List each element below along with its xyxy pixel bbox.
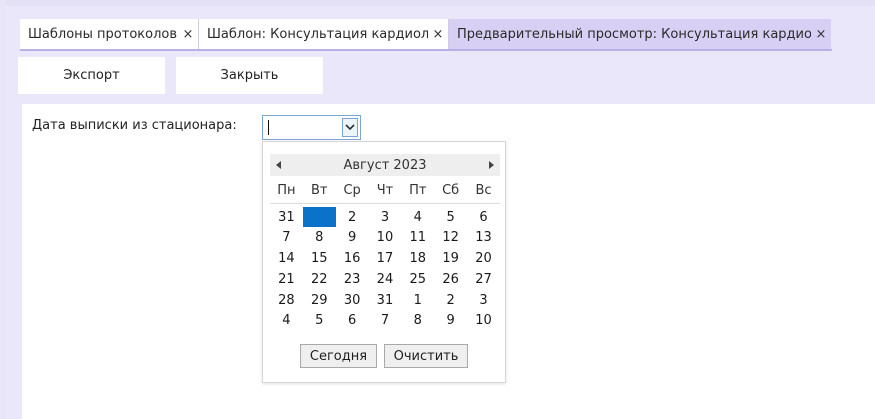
calendar-day[interactable]: 4 — [270, 311, 303, 331]
calendar-day[interactable]: 29 — [303, 290, 336, 310]
tab-underline — [20, 49, 832, 51]
calendar-day[interactable]: 6 — [467, 207, 500, 227]
window-top-strip — [0, 0, 875, 6]
weekday-label: Чт — [376, 183, 394, 198]
export-button[interactable]: Экспорт — [18, 57, 165, 94]
calendar-day[interactable]: 5 — [434, 207, 467, 227]
calendar-day[interactable]: 4 — [401, 207, 434, 227]
calendar-day[interactable]: 30 — [336, 290, 369, 310]
close-icon[interactable]: × — [178, 27, 198, 42]
calendar-day[interactable]: 16 — [336, 249, 369, 269]
today-button[interactable]: Сегодня — [300, 344, 377, 368]
text-cursor — [268, 120, 269, 135]
next-month-button[interactable] — [486, 158, 496, 172]
calendar-week-row: 4 5 6 7 8 9 10 — [270, 311, 500, 332]
close-button[interactable]: Закрыть — [176, 57, 323, 94]
tab-preview-cardiology[interactable]: Предварительный просмотр: Консультация к… — [449, 19, 831, 50]
calendar-day[interactable]: 9 — [336, 228, 369, 248]
calendar-day[interactable]: 5 — [303, 311, 336, 331]
prev-month-button[interactable] — [274, 158, 284, 172]
calendar-week-row: 28 29 30 31 1 2 3 — [270, 290, 500, 311]
calendar-day[interactable]: 6 — [336, 311, 369, 331]
calendar-day[interactable]: 25 — [401, 269, 434, 289]
tab-protocol-templates[interactable]: Шаблоны протоколов × — [20, 19, 199, 50]
calendar-day[interactable]: 2 — [336, 207, 369, 227]
calendar-day[interactable]: 27 — [467, 269, 500, 289]
calendar-day[interactable]: 7 — [270, 228, 303, 248]
calendar-day[interactable]: 14 — [270, 249, 303, 269]
calendar-grid: 31 1 2 3 4 5 6 7 8 9 10 11 12 13 14 15 16 17 18 19 20 21 22 23 2… — [270, 207, 500, 332]
calendar-day[interactable]: 13 — [467, 228, 500, 248]
chevron-left-icon — [276, 161, 281, 169]
calendar-week-row: 7 8 9 10 11 12 13 — [270, 228, 500, 249]
calendar-header: Август 2023 — [270, 154, 500, 176]
calendar-day[interactable]: 8 — [303, 228, 336, 248]
calendar-day[interactable]: 8 — [401, 311, 434, 331]
calendar-day-selected[interactable]: 1 — [302, 207, 336, 227]
calendar-day[interactable]: 28 — [270, 290, 303, 310]
weekday-header: Пн Вт Ср Чт Пт Сб Вс — [270, 183, 500, 201]
calendar-day[interactable]: 24 — [369, 269, 402, 289]
calendar-day[interactable]: 21 — [270, 269, 303, 289]
weekday-label: Ср — [343, 183, 361, 198]
close-icon[interactable]: × — [811, 27, 831, 42]
calendar-day[interactable]: 3 — [467, 290, 500, 310]
calendar-day[interactable]: 10 — [467, 311, 500, 331]
dropdown-button[interactable] — [342, 118, 358, 137]
calendar-day[interactable]: 10 — [369, 228, 402, 248]
calendar-day[interactable]: 18 — [401, 249, 434, 269]
weekday-label: Сб — [442, 183, 460, 198]
calendar-popup: Август 2023 Пн Вт Ср Чт Пт Сб Вс 31 1 2 3 4 5… — [262, 141, 506, 383]
tab-label: Шаблон: Консультация кардиол... — [207, 27, 428, 42]
calendar-week-row: 21 22 23 24 25 26 27 — [270, 269, 500, 290]
calendar-day[interactable]: 31 — [270, 207, 303, 227]
calendar-day[interactable]: 26 — [434, 269, 467, 289]
weekday-label: Вс — [475, 183, 492, 198]
calendar-week-row: 31 1 2 3 4 5 6 — [270, 207, 500, 228]
month-label[interactable]: Август 2023 — [343, 158, 426, 173]
calendar-week-row: 14 15 16 17 18 19 20 — [270, 249, 500, 270]
tab-bar: Шаблоны протоколов × Шаблон: Консультаци… — [20, 19, 831, 50]
weekday-label: Пт — [409, 183, 427, 198]
chevron-right-icon — [488, 161, 494, 169]
calendar-day[interactable]: 17 — [369, 249, 402, 269]
calendar-day[interactable]: 2 — [434, 290, 467, 310]
calendar-day[interactable]: 12 — [434, 228, 467, 248]
calendar-day[interactable]: 20 — [467, 249, 500, 269]
window-left-edge — [0, 0, 6, 419]
calendar-day[interactable]: 15 — [303, 249, 336, 269]
weekday-label: Пн — [277, 183, 296, 198]
weekday-label: Вт — [311, 183, 328, 198]
calendar-day[interactable]: 31 — [369, 290, 402, 310]
clear-button[interactable]: Очистить — [384, 344, 468, 368]
calendar-day[interactable]: 1 — [401, 290, 434, 310]
calendar-day[interactable]: 11 — [401, 228, 434, 248]
weekday-divider — [270, 203, 500, 204]
discharge-date-input[interactable] — [262, 115, 361, 140]
discharge-date-label: Дата выписки из стационара: — [32, 118, 237, 133]
calendar-day[interactable]: 7 — [369, 311, 402, 331]
calendar-day[interactable]: 3 — [369, 207, 402, 227]
chevron-down-icon — [345, 124, 355, 131]
close-icon[interactable]: × — [428, 27, 448, 42]
calendar-day[interactable]: 9 — [434, 311, 467, 331]
calendar-day[interactable]: 19 — [434, 249, 467, 269]
tab-template-cardiology[interactable]: Шаблон: Консультация кардиол... × — [199, 19, 449, 50]
tab-label: Шаблоны протоколов — [28, 27, 178, 42]
calendar-day[interactable]: 23 — [336, 269, 369, 289]
tab-label: Предварительный просмотр: Консультация к… — [457, 27, 811, 42]
calendar-day[interactable]: 22 — [303, 269, 336, 289]
